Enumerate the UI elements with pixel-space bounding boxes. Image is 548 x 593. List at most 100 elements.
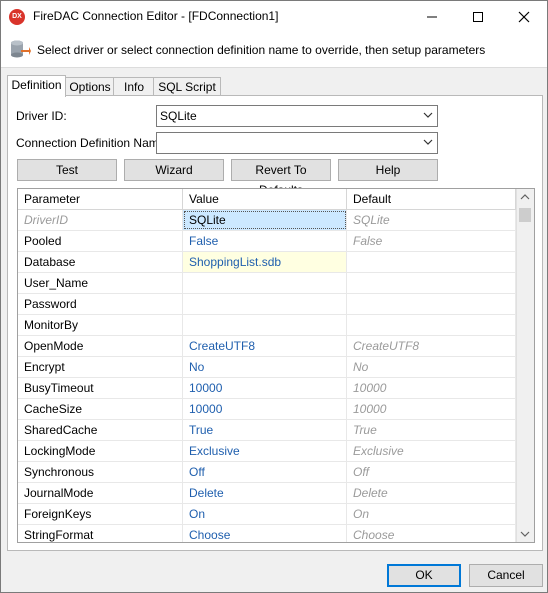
param-value[interactable]: 10000	[183, 399, 347, 419]
test-button[interactable]: Test	[17, 159, 117, 181]
connection-definition-select[interactable]	[156, 132, 438, 154]
table-row[interactable]: Synchronous Off Off	[18, 462, 516, 483]
column-header-default[interactable]: Default	[347, 189, 516, 209]
param-default: True	[347, 420, 516, 440]
param-name: OpenMode	[18, 336, 183, 356]
param-value[interactable]: Off	[183, 462, 347, 482]
param-value[interactable]: SQLite	[183, 210, 347, 230]
grid-header: Parameter Value Default	[18, 189, 516, 210]
ok-button[interactable]: OK	[387, 564, 461, 587]
param-name: MonitorBy	[18, 315, 183, 335]
param-default: 10000	[347, 399, 516, 419]
help-button[interactable]: Help	[338, 159, 438, 181]
database-connection-icon	[11, 40, 31, 58]
scrollbar-thumb[interactable]	[519, 208, 531, 222]
header-strip: Select driver or select connection defin…	[1, 32, 547, 68]
driver-id-label: Driver ID:	[16, 109, 67, 123]
param-name: StringFormat	[18, 525, 183, 542]
scroll-down-arrow-icon[interactable]	[520, 530, 530, 538]
param-name: JournalMode	[18, 483, 183, 503]
maximize-icon	[473, 11, 483, 22]
connection-editor-window: DX FireDAC Connection Editor - [FDConnec…	[0, 0, 548, 593]
param-name: Synchronous	[18, 462, 183, 482]
table-row[interactable]: User_Name	[18, 273, 516, 294]
scroll-up-arrow-icon[interactable]	[520, 193, 530, 201]
param-name: CacheSize	[18, 399, 183, 419]
param-default	[347, 252, 516, 272]
param-default: Off	[347, 462, 516, 482]
chevron-down-icon	[423, 112, 433, 118]
param-value[interactable]: No	[183, 357, 347, 377]
minimize-button[interactable]	[409, 1, 455, 32]
table-row[interactable]: OpenMode CreateUTF8 CreateUTF8	[18, 336, 516, 357]
param-value[interactable]: 10000	[183, 378, 347, 398]
param-name: Encrypt	[18, 357, 183, 377]
param-value[interactable]: Delete	[183, 483, 347, 503]
param-default: SQLite	[347, 210, 516, 230]
param-value[interactable]: False	[183, 231, 347, 251]
table-row[interactable]: BusyTimeout 10000 10000	[18, 378, 516, 399]
param-name: User_Name	[18, 273, 183, 293]
close-icon	[518, 11, 530, 22]
param-default: False	[347, 231, 516, 251]
param-default: On	[347, 504, 516, 524]
minimize-icon	[427, 16, 437, 17]
table-row[interactable]: JournalMode Delete Delete	[18, 483, 516, 504]
param-value[interactable]: Exclusive	[183, 441, 347, 461]
table-row[interactable]: CacheSize 10000 10000	[18, 399, 516, 420]
table-row[interactable]: Password	[18, 294, 516, 315]
definition-panel: Driver ID: SQLite Connection Definition …	[7, 95, 543, 551]
tab-sql-script[interactable]: SQL Script	[153, 77, 221, 96]
param-value[interactable]	[183, 273, 347, 293]
param-name: SharedCache	[18, 420, 183, 440]
param-value[interactable]: ShoppingList.sdb	[183, 252, 347, 272]
param-value[interactable]	[183, 294, 347, 314]
tab-info[interactable]: Info	[113, 77, 155, 96]
param-value[interactable]: CreateUTF8	[183, 336, 347, 356]
param-default: CreateUTF8	[347, 336, 516, 356]
param-default: No	[347, 357, 516, 377]
param-default	[347, 294, 516, 314]
param-name: Password	[18, 294, 183, 314]
param-default	[347, 315, 516, 335]
column-header-value[interactable]: Value	[183, 189, 347, 209]
table-row[interactable]: Encrypt No No	[18, 357, 516, 378]
table-row[interactable]: StringFormat Choose Choose	[18, 525, 516, 542]
param-value[interactable]	[183, 315, 347, 335]
title-bar[interactable]: DX FireDAC Connection Editor - [FDConnec…	[1, 1, 547, 32]
param-name: Database	[18, 252, 183, 272]
cancel-button[interactable]: Cancel	[469, 564, 543, 587]
table-row[interactable]: MonitorBy	[18, 315, 516, 336]
column-header-parameter[interactable]: Parameter	[18, 189, 183, 209]
param-default: Exclusive	[347, 441, 516, 461]
param-name: LockingMode	[18, 441, 183, 461]
window-title: FireDAC Connection Editor - [FDConnectio…	[33, 9, 279, 23]
close-button[interactable]	[501, 1, 547, 32]
param-name: ForeignKeys	[18, 504, 183, 524]
header-description: Select driver or select connection defin…	[37, 43, 486, 57]
param-default	[347, 273, 516, 293]
table-row[interactable]: DriverID SQLite SQLite	[18, 210, 516, 231]
param-value[interactable]: True	[183, 420, 347, 440]
tab-definition[interactable]: Definition	[7, 75, 66, 97]
tab-options[interactable]: Options	[65, 77, 115, 96]
param-value[interactable]: On	[183, 504, 347, 524]
table-row[interactable]: LockingMode Exclusive Exclusive	[18, 441, 516, 462]
maximize-button[interactable]	[455, 1, 501, 32]
param-name: DriverID	[18, 210, 183, 230]
table-row[interactable]: ForeignKeys On On	[18, 504, 516, 525]
param-value[interactable]: Choose	[183, 525, 347, 542]
table-row[interactable]: Database ShoppingList.sdb	[18, 252, 516, 273]
param-default: Delete	[347, 483, 516, 503]
parameters-grid: Parameter Value Default DriverID SQLite …	[17, 188, 535, 543]
param-default: Choose	[347, 525, 516, 542]
firedac-app-icon: DX	[9, 9, 25, 25]
table-row[interactable]: Pooled False False	[18, 231, 516, 252]
param-name: BusyTimeout	[18, 378, 183, 398]
wizard-button[interactable]: Wizard	[124, 159, 224, 181]
driver-id-select[interactable]: SQLite	[156, 105, 438, 127]
table-row[interactable]: SharedCache True True	[18, 420, 516, 441]
revert-to-defaults-button[interactable]: Revert To Defaults	[231, 159, 331, 197]
grid-vertical-scrollbar[interactable]	[516, 189, 534, 542]
connection-definition-label: Connection Definition Name:	[16, 136, 169, 150]
